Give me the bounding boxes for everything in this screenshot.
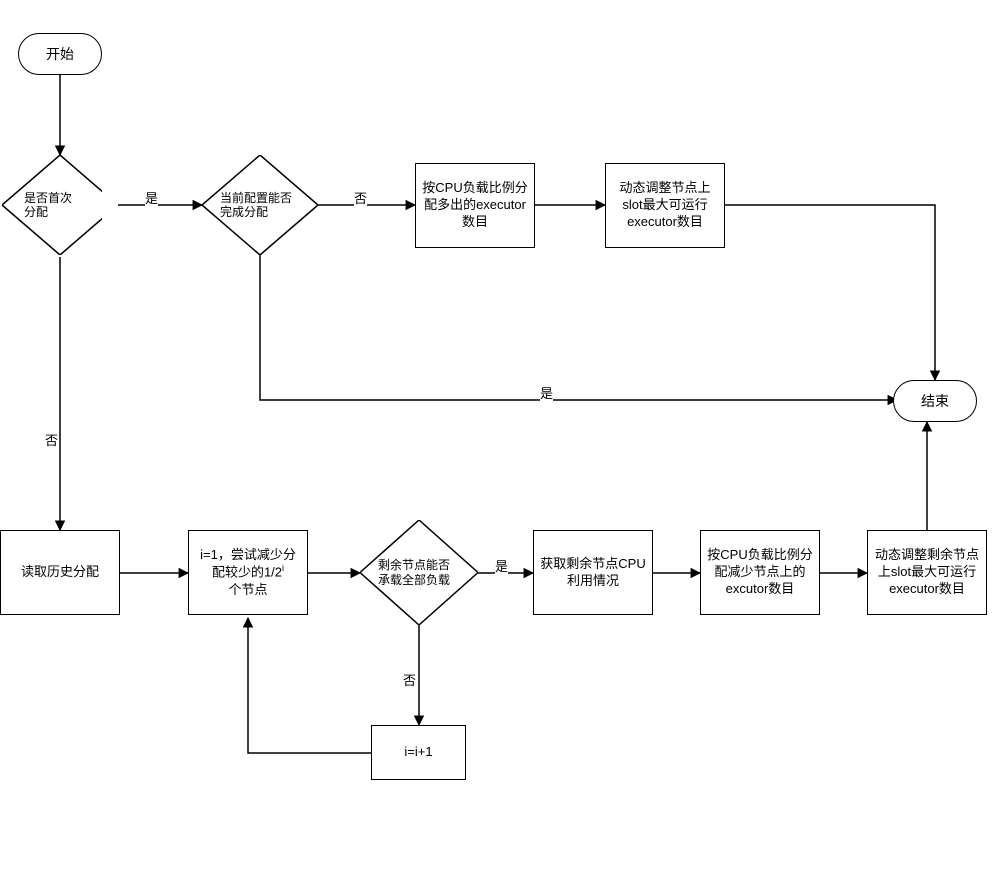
- edge-label-yes: 是: [145, 188, 158, 207]
- decision-label: 当前配置能否完成分配: [202, 155, 318, 255]
- process-read-history: 读取历史分配: [0, 530, 120, 615]
- process-adjust-slot-max: 动态调整节点上slot最大可运行executor数目: [605, 163, 725, 248]
- edge-label-yes: 是: [495, 556, 508, 575]
- process-adjust-remaining-slot: 动态调整剩余节点上slot最大可运行executor数目: [867, 530, 987, 615]
- process-try-reduce-nodes: i=1，尝试减少分配较少的1/2i个节点: [188, 530, 308, 615]
- end-terminator: 结束: [893, 380, 977, 422]
- decision-first-time: 是否首次分配: [2, 155, 102, 255]
- process-increment-i: i=i+1: [371, 725, 466, 780]
- process-allocate-extra-executor: 按CPU负载比例分配多出的executor数目: [415, 163, 535, 248]
- decision-remaining-can-carry: 剩余节点能否承载全部负载: [360, 520, 478, 625]
- decision-label: 是否首次分配: [2, 155, 102, 255]
- edge-label-no: 否: [403, 670, 416, 689]
- decision-label: 剩余节点能否承载全部负载: [360, 520, 478, 625]
- edge-label-no: 否: [45, 430, 58, 449]
- start-terminator: 开始: [18, 33, 102, 75]
- process-allocate-reduced-executor: 按CPU负载比例分配减少节点上的excutor数目: [700, 530, 820, 615]
- process-get-remaining-cpu: 获取剩余节点CPU利用情况: [533, 530, 653, 615]
- decision-config-can-allocate: 当前配置能否完成分配: [202, 155, 318, 255]
- flow-arrows: [0, 0, 1000, 869]
- edge-label-yes: 是: [540, 383, 553, 402]
- text: i=1，尝试减少分配较少的1/2i个节点: [200, 547, 296, 599]
- edge-label-no: 否: [354, 188, 367, 207]
